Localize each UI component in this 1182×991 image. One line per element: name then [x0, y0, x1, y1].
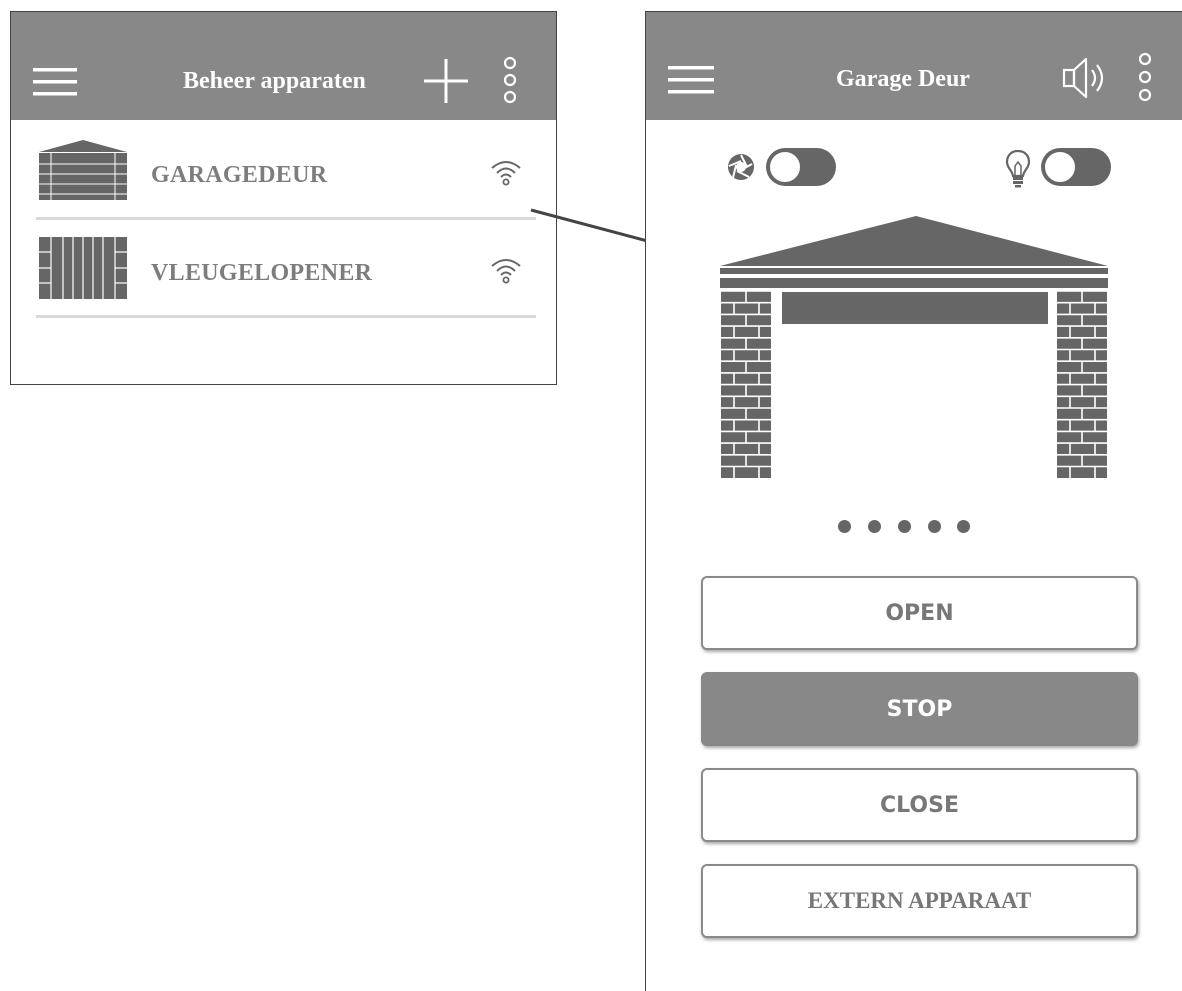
pager-dot[interactable] [838, 520, 851, 533]
swing-gate-icon [39, 237, 127, 299]
app-bar: Garage Deur [646, 12, 1182, 120]
app-bar: Beheer apparaten [11, 12, 556, 120]
extern-device-button[interactable]: EXTERN APPARAAT [701, 864, 1138, 938]
pager-dot[interactable] [898, 520, 911, 533]
pager-dot[interactable] [928, 520, 941, 533]
close-button[interactable]: CLOSE [701, 768, 1138, 842]
garage-door-icon [39, 140, 127, 200]
speaker-icon[interactable] [1062, 56, 1110, 100]
more-options-icon[interactable] [502, 56, 518, 106]
garage-illustration-icon [720, 216, 1108, 478]
shutter-toggle[interactable] [766, 148, 836, 186]
list-divider [36, 315, 536, 318]
device-label: VLEUGELOPENER [151, 260, 373, 286]
more-options-icon[interactable] [1137, 52, 1153, 104]
device-list-screen: Beheer apparaten GARAGEDEUR VLEUGELOPENE… [10, 11, 557, 385]
shutter-icon [728, 154, 754, 180]
wifi-icon [491, 161, 521, 186]
menu-icon[interactable] [33, 68, 77, 98]
stop-button[interactable]: STOP [701, 672, 1138, 746]
device-detail-screen: Garage Deur OPEN STOP CLOSE EXTERN APPAR… [645, 11, 1182, 991]
pager-dot[interactable] [868, 520, 881, 533]
page-title: Beheer apparaten [183, 68, 366, 94]
pager-dot[interactable] [957, 520, 970, 533]
menu-icon[interactable] [668, 66, 714, 96]
device-label: GARAGEDEUR [151, 162, 328, 188]
light-toggle[interactable] [1041, 148, 1111, 186]
lightbulb-icon [1005, 149, 1031, 188]
toggle-knob [1043, 150, 1077, 184]
page-title: Garage Deur [836, 66, 970, 92]
open-button[interactable]: OPEN [701, 576, 1138, 650]
wifi-icon [491, 259, 521, 284]
list-item-vleugelopener[interactable]: VLEUGELOPENER [11, 220, 556, 318]
toggle-knob [768, 150, 802, 184]
add-icon[interactable] [424, 59, 468, 103]
list-item-garagedeur[interactable]: GARAGEDEUR [11, 120, 556, 218]
